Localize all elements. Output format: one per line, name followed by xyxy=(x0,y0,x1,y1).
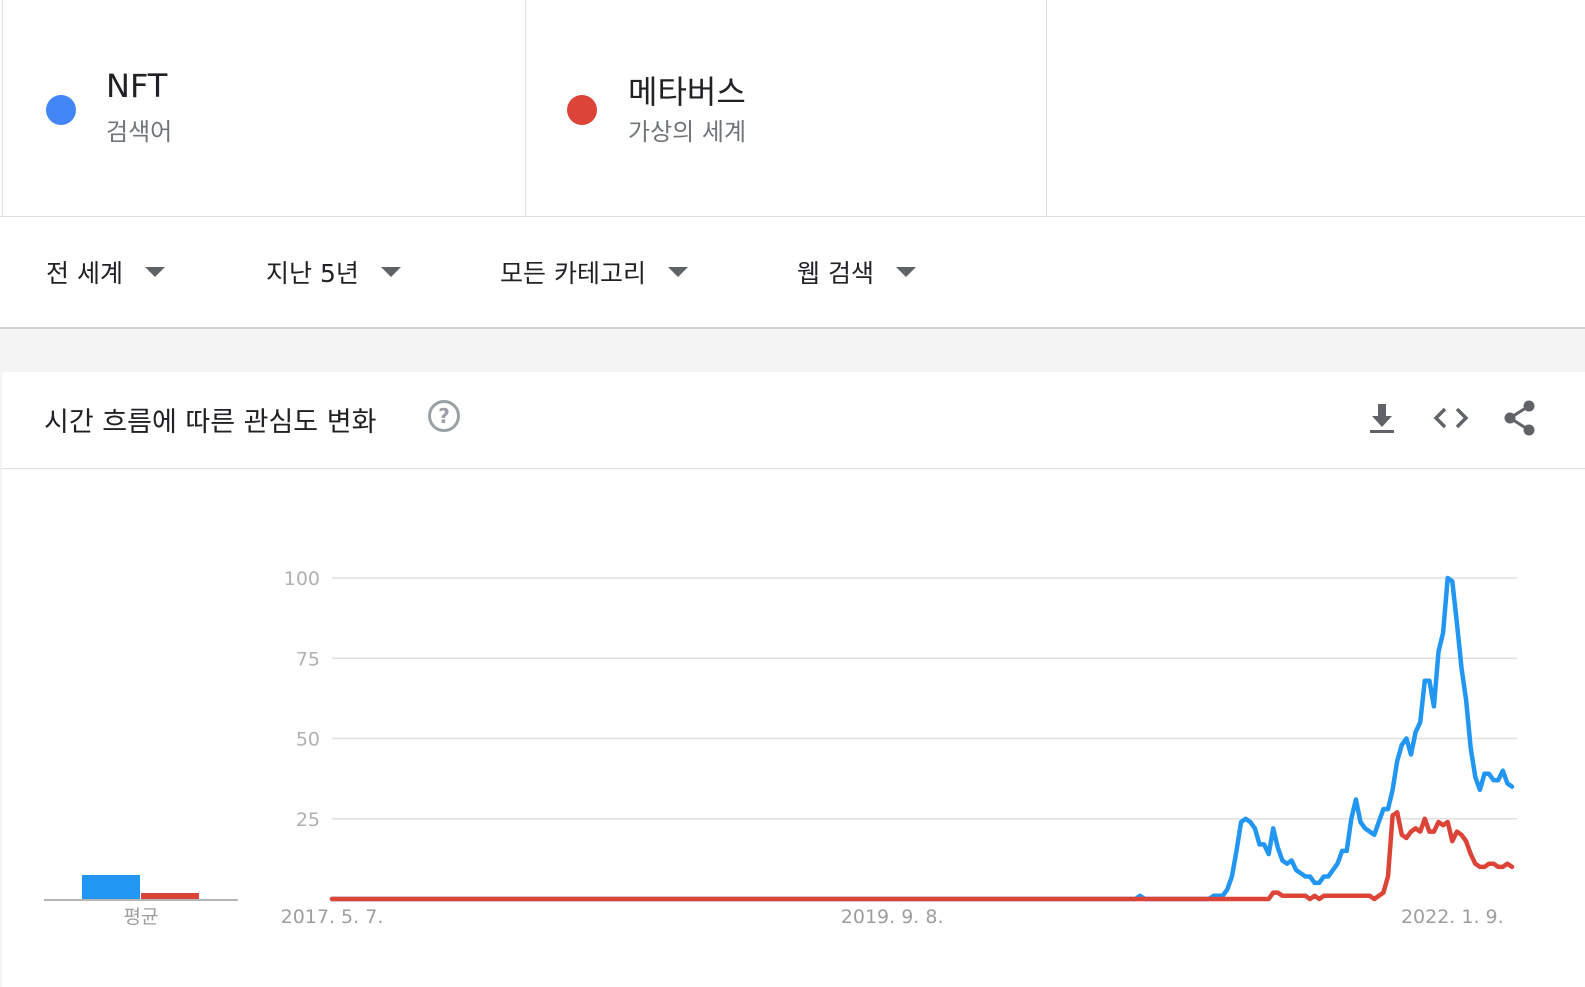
category-filter[interactable]: 모든 카테고리 xyxy=(500,217,688,327)
average-bar-1 xyxy=(141,893,199,899)
dropdown-arrow-icon xyxy=(380,267,401,277)
term-card-nft[interactable]: NFT 검색어 xyxy=(2,0,526,216)
average-label: 평균 xyxy=(124,906,159,928)
metaverse-term-name: 메타버스 xyxy=(628,73,746,111)
term-card-metaverse[interactable]: 메타버스 가상의 세계 xyxy=(525,0,1047,216)
card-title: 시간 흐름에 따른 관심도 변화 xyxy=(44,407,377,438)
x-tick-label: 2017. 5. 7. xyxy=(281,906,384,928)
dropdown-arrow-icon xyxy=(144,267,165,277)
metaverse-color-dot xyxy=(567,95,597,125)
time-range-filter-label: 지난 5년 xyxy=(266,259,359,288)
nft-term-type: 검색어 xyxy=(106,118,173,146)
embed-code-icon[interactable] xyxy=(1431,398,1471,438)
region-filter-label: 전 세계 xyxy=(46,259,123,288)
average-bar-0 xyxy=(82,875,140,899)
help-circle-icon[interactable]: ? xyxy=(428,400,460,432)
card-header: 시간 흐름에 따른 관심도 변화 ? xyxy=(2,372,1585,469)
y-tick-label: 100 xyxy=(284,568,320,590)
x-axis-ticks: 2017. 5. 7. 2019. 9. 8. 2022. 1. 9. xyxy=(281,906,1504,928)
compare-terms-bar: NFT 검색어 메타버스 가상의 세계 xyxy=(0,0,1585,217)
dropdown-arrow-icon xyxy=(895,267,916,277)
average-bars: 평균 xyxy=(44,875,238,928)
search-type-filter-label: 웹 검색 xyxy=(797,259,874,288)
filter-bar: 전 세계 지난 5년 모든 카테고리 웹 검색 xyxy=(0,217,1585,329)
region-filter[interactable]: 전 세계 xyxy=(46,217,165,327)
x-tick-label: 2019. 9. 8. xyxy=(841,906,944,928)
nft-color-dot xyxy=(46,95,76,125)
x-tick-label: 2022. 1. 9. xyxy=(1401,906,1504,928)
y-tick-label: 50 xyxy=(296,729,320,751)
series-line-1 xyxy=(329,810,1515,902)
chart-grid: 100 75 50 25 xyxy=(284,568,1517,831)
share-icon[interactable] xyxy=(1500,398,1540,438)
interest-over-time-card: 시간 흐름에 따른 관심도 변화 ? 평균 100 75 50 25 2017. 5.… xyxy=(2,372,1585,987)
interest-chart: 평균 100 75 50 25 2017. 5. 7. 2019. 9. 8. 2022.… xyxy=(44,568,1517,928)
download-icon[interactable] xyxy=(1362,398,1402,438)
y-tick-label: 25 xyxy=(296,809,320,831)
dropdown-arrow-icon xyxy=(667,267,688,277)
time-range-filter[interactable]: 지난 5년 xyxy=(266,217,401,327)
category-filter-label: 모든 카테고리 xyxy=(500,259,646,288)
nft-term-name: NFT xyxy=(106,67,168,105)
search-type-filter[interactable]: 웹 검색 xyxy=(797,217,916,327)
metaverse-term-type: 가상의 세계 xyxy=(628,118,747,146)
add-term-slot[interactable] xyxy=(1046,0,1585,216)
y-tick-label: 75 xyxy=(296,648,320,670)
